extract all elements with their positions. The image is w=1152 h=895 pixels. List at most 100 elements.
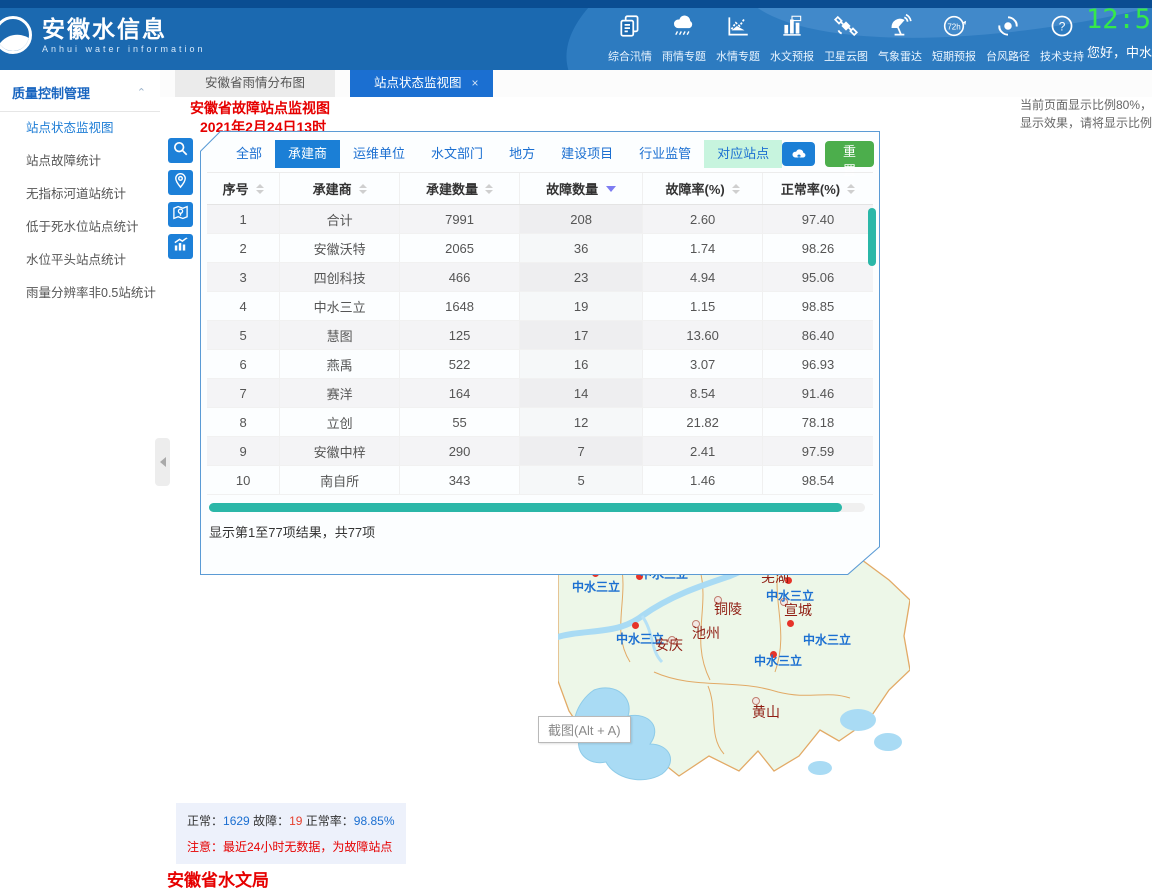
chevron-up-icon[interactable]: ⌃	[137, 86, 146, 99]
table-row[interactable]: 10南自所34351.4698.54	[207, 466, 873, 495]
sidebar-section-header[interactable]: 质量控制管理 ⌃	[0, 70, 160, 112]
table-cell: 14	[520, 379, 643, 407]
svg-text:?: ?	[1059, 19, 1066, 33]
table-cell: 55	[400, 408, 520, 436]
search-icon	[172, 140, 189, 162]
table-cell: 7	[207, 379, 280, 407]
table-cell: 98.26	[763, 234, 873, 262]
top-navigation: 综合汛情雨情专题水情专题水文预报卫星云图气象雷达72h短期预报台风路径? 技术支持	[603, 13, 1089, 64]
table-body: 1合计79912082.6097.402安徽沃特2065361.7498.263…	[207, 205, 873, 495]
nav-item-水情专题[interactable]: 水情专题	[711, 13, 765, 64]
dialog-tab[interactable]: 行业监管	[626, 140, 704, 168]
column-header[interactable]: 故障数量	[520, 173, 643, 204]
table-cell: 96.93	[763, 350, 873, 378]
main-tab[interactable]: 安徽省雨情分布图	[175, 70, 335, 97]
sidebar-item[interactable]: 水位平头站点统计	[0, 244, 160, 277]
nav-item-技术支持[interactable]: ? 技术支持	[1035, 13, 1089, 64]
tab-close-icon[interactable]: ×	[472, 76, 479, 90]
dialog-tab[interactable]: 地方	[496, 140, 548, 168]
radar-icon	[887, 13, 913, 44]
column-header-label: 正常率(%)	[781, 179, 840, 198]
main-tab[interactable]: 站点状态监视图×	[350, 70, 493, 97]
table-result-count: 显示第1至77项结果，共77项	[209, 522, 879, 541]
fault-count: 19	[289, 814, 302, 828]
table-cell: 16	[520, 350, 643, 378]
tool-button-map-marker-icon[interactable]	[168, 202, 193, 227]
sidebar-item[interactable]: 站点故障统计	[0, 145, 160, 178]
nav-item-label: 水情专题	[716, 48, 760, 64]
nav-item-综合汛情[interactable]: 综合汛情	[603, 13, 657, 64]
user-greeting: 您好，中水三	[1087, 42, 1152, 61]
nav-item-label: 水文预报	[770, 48, 814, 64]
satellite-icon	[833, 13, 859, 44]
table-row[interactable]: 6燕禹522163.0796.93	[207, 350, 873, 379]
tool-button-locate-pin-icon[interactable]	[168, 170, 193, 195]
column-header[interactable]: 承建数量	[400, 173, 520, 204]
table-cell: 522	[400, 350, 520, 378]
dialog-close-icon[interactable]: ×	[886, 146, 895, 163]
tool-button-search-icon[interactable]	[168, 138, 193, 163]
table-cell: 合计	[280, 205, 400, 233]
table-cell: 91.46	[763, 379, 873, 407]
nav-item-雨情专题[interactable]: 雨情专题	[657, 13, 711, 64]
column-header[interactable]: 序号	[207, 173, 280, 204]
table-row[interactable]: 4中水三立1648191.1598.85	[207, 292, 873, 321]
table-cell: 8	[207, 408, 280, 436]
forecast-bars-icon	[779, 13, 805, 44]
map-city-label: 铜陵	[714, 599, 742, 619]
nav-item-label: 技术支持	[1040, 48, 1084, 64]
vertical-scrollbar[interactable]	[868, 208, 876, 266]
table-cell: 466	[400, 263, 520, 291]
province-map[interactable]: 中水三立中水三立中水三立中水三立中水三立中水三立芜湖宣城铜陵池州安庆黄山	[558, 540, 910, 792]
nav-item-卫星云图[interactable]: 卫星云图	[819, 13, 873, 64]
dialog-tab[interactable]: 全部	[223, 140, 275, 168]
table-row[interactable]: 3四创科技466234.9495.06	[207, 263, 873, 292]
table-row[interactable]: 5慧图1251713.6086.40	[207, 321, 873, 350]
nav-item-气象雷达[interactable]: 气象雷达	[873, 13, 927, 64]
sidebar-item[interactable]: 无指标河道站统计	[0, 178, 160, 211]
table-row[interactable]: 1合计79912082.6097.40	[207, 205, 873, 234]
svg-text:72h: 72h	[947, 22, 960, 31]
normal-rate: 98.85%	[354, 814, 395, 828]
table-cell: 17	[520, 321, 643, 349]
tool-button-chart-icon[interactable]	[168, 234, 193, 259]
dialog-tab[interactable]: 承建商	[275, 140, 340, 168]
column-header[interactable]: 正常率(%)	[763, 173, 873, 204]
normal-label: 正常：	[187, 814, 223, 828]
nav-item-短期预报[interactable]: 72h短期预报	[927, 13, 981, 64]
table-row[interactable]: 2安徽沃特2065361.7498.26	[207, 234, 873, 263]
top-header: 安徽水信息 Anhui water information 综合汛情雨情专题水情…	[0, 0, 1152, 70]
fault-label: 故障：	[253, 814, 289, 828]
table-cell: 1.74	[643, 234, 763, 262]
digital-clock: 12:59	[1086, 4, 1152, 35]
sidebar-item[interactable]: 雨量分辨率非0.5站统计	[0, 277, 160, 310]
sort-toggle-icon	[485, 184, 493, 194]
sidebar-item[interactable]: 站点状态监视图	[0, 112, 160, 145]
table-row[interactable]: 7赛洋164148.5491.46	[207, 379, 873, 408]
table-cell: 燕禹	[280, 350, 400, 378]
table-cell: 3	[207, 263, 280, 291]
document-tab-strip: 安徽省雨情分布图站点状态监视图×	[160, 70, 1152, 97]
table-row[interactable]: 9安徽中梓29072.4197.59	[207, 437, 873, 466]
dialog-tab[interactable]: 水文部门	[418, 140, 496, 168]
column-header[interactable]: 承建商	[280, 173, 400, 204]
cloud-button[interactable]	[782, 142, 815, 166]
header-top-strip	[0, 0, 1152, 8]
table-cell: 125	[400, 321, 520, 349]
horizontal-scrollbar[interactable]	[209, 503, 842, 512]
table-cell: 8.54	[643, 379, 763, 407]
table-cell: 2.41	[643, 437, 763, 465]
dialog-tab[interactable]: 运维单位	[340, 140, 418, 168]
dialog-tab[interactable]: 对应站点	[704, 140, 782, 168]
table-row[interactable]: 8立创551221.8278.18	[207, 408, 873, 437]
table-cell: 12	[520, 408, 643, 436]
nav-item-台风路径[interactable]: 台风路径	[981, 13, 1035, 64]
column-header-label: 序号	[223, 179, 249, 198]
column-header[interactable]: 故障率(%)	[643, 173, 763, 204]
table-cell: 南自所	[280, 466, 400, 494]
sidebar-collapse-handle[interactable]	[155, 438, 170, 486]
reset-button[interactable]: 重置	[825, 141, 874, 167]
nav-item-水文预报[interactable]: 水文预报	[765, 13, 819, 64]
dialog-tab[interactable]: 建设项目	[548, 140, 626, 168]
sidebar-item[interactable]: 低于死水位站点统计	[0, 211, 160, 244]
